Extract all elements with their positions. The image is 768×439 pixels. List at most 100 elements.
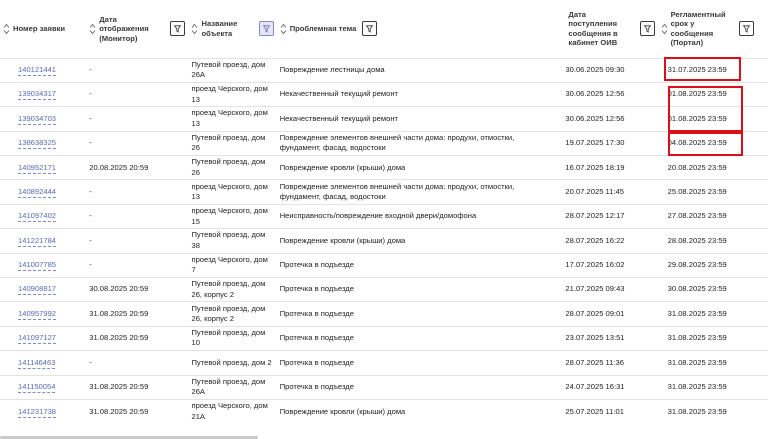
table-row[interactable]: 141221784 - Путевой проезд, дом 38 Поврежде… (0, 228, 768, 253)
filter-icon-active[interactable] (258, 21, 274, 37)
problem-topic-text: Повреждение кровли (крыши) дома (279, 162, 406, 172)
received-date-text: 20.07.2025 11:45 (565, 186, 624, 196)
column-header-received-date[interactable]: Дата поступления сообщения в кабинет ОИВ (557, 0, 657, 58)
request-number-link[interactable]: 138638325 (18, 138, 57, 150)
table-row[interactable]: 141231738 31.08.2025 20:59 проезд Черского… (0, 399, 768, 423)
table-header-row: Номер заявки Дата отображения (Монитор) … (0, 0, 768, 58)
object-name-cell: Путевой проезд, дом 26, корпус 2 (188, 302, 276, 326)
deadline-cell: 01.08.2025 23:59 (658, 82, 768, 106)
table-row[interactable]: 141097402 - проезд Черского, дом 15 Неиспра… (0, 204, 768, 228)
column-header-display-date[interactable]: Дата отображения (Монитор) (86, 0, 188, 58)
received-date-cell: 23.07.2025 13:51 (557, 326, 657, 350)
problem-topic-text: Протечка в подъезде (279, 357, 354, 367)
request-number-cell: 141097127 (0, 326, 86, 350)
request-number-link[interactable]: 140892444 (18, 186, 57, 198)
object-name-text: проезд Черского, дом 21А (191, 401, 268, 421)
request-number-link[interactable]: 141150054 (18, 382, 56, 394)
display-date-text: - (89, 357, 92, 367)
table-row[interactable]: 139034703 - проезд Черского, дом 13 Некачес… (0, 106, 768, 131)
deadline-cell: 31.08.2025 23:59 (658, 326, 768, 350)
received-date-text: 24.07.2025 16:31 (565, 382, 625, 392)
display-date-cell: - (86, 82, 188, 106)
request-number-link[interactable]: 139034703 (18, 113, 57, 125)
request-number-link[interactable]: 139034317 (18, 89, 57, 101)
display-date-cell: 31.08.2025 20:59 (86, 399, 188, 423)
problem-topic-cell: Протечка в подъезде (277, 278, 558, 302)
received-date-text: 28.07.2025 16:22 (565, 235, 625, 245)
request-number-cell: 140892444 (0, 180, 86, 204)
object-name-cell: Путевой проезд, дом 26 (188, 131, 276, 155)
problem-topic-text: Некачественный текущий ремонт (279, 113, 398, 123)
request-number-cell: 138638325 (0, 131, 86, 155)
received-date-text: 30.06.2025 12:56 (565, 89, 625, 99)
problem-topic-text: Протечка в подъезде (279, 333, 354, 343)
filter-icon[interactable] (362, 21, 378, 37)
column-header-problem-topic[interactable]: Проблемная тема (277, 0, 558, 58)
request-number-link[interactable]: 141146463 (18, 357, 56, 369)
filter-icon[interactable] (738, 21, 754, 37)
column-header-deadline[interactable]: Регламентный срок у сообщения (Портал) (658, 0, 768, 58)
deadline-cell: 28.08.2025 23:59 (658, 229, 768, 253)
received-date-cell: 25.07.2025 11:01 (557, 399, 657, 423)
object-name-cell: Путевой проезд, дом 10 (188, 326, 276, 350)
request-number-link[interactable]: 141097127 (18, 333, 57, 345)
request-number-cell: 139034317 (0, 82, 86, 106)
requests-table: Номер заявки Дата отображения (Монитор) … (0, 0, 768, 424)
table-row[interactable]: 141146463 - Путевой проезд, дом 2 Протечка … (0, 350, 768, 375)
table-row[interactable]: 141007785 - проезд Черского, дом 7 Протечка… (0, 253, 768, 277)
column-header-object-name[interactable]: Название объекта (188, 0, 276, 58)
filter-icon[interactable] (639, 21, 655, 37)
problem-topic-cell: Протечка в подъезде (277, 253, 558, 277)
received-date-text: 30.06.2025 12:56 (565, 113, 625, 123)
deadline-cell: 25.08.2025 23:59 (658, 180, 768, 204)
table-row[interactable]: 140957992 31.08.2025 20:59 Путевой проезд,… (0, 301, 768, 326)
received-date-text: 16.07.2025 18:19 (565, 162, 625, 172)
sort-icon[interactable] (661, 23, 668, 35)
table-row[interactable]: 139034317 - проезд Черского, дом 13 Некачес… (0, 82, 768, 106)
sort-icon[interactable] (191, 23, 198, 35)
display-date-cell: - (86, 351, 188, 375)
sort-icon[interactable] (3, 23, 10, 35)
column-label: Дата отображения (Монитор) (99, 14, 149, 43)
deadline-text: 01.08.2025 23:59 (667, 89, 727, 99)
request-number-link[interactable]: 141007785 (18, 260, 57, 272)
deadline-cell: 31.08.2025 23:59 (658, 399, 768, 423)
request-number-link[interactable]: 141221784 (18, 235, 57, 247)
display-date-cell: 31.08.2025 20:59 (86, 302, 188, 326)
deadline-text: 31.08.2025 23:59 (667, 308, 727, 318)
received-date-text: 30.06.2025 09:30 (565, 64, 625, 74)
received-date-text: 17.07.2025 16:02 (565, 260, 625, 270)
deadline-cell: 31.08.2025 23:59 (658, 302, 768, 326)
object-name-cell: Путевой проезд, дом 26А (188, 375, 276, 399)
column-header-request-number[interactable]: Номер заявки (0, 0, 86, 58)
object-name-cell: проезд Черского, дом 13 (188, 107, 276, 131)
received-date-text: 19.07.2025 17:30 (565, 138, 625, 148)
request-number-link[interactable]: 140908817 (18, 284, 57, 296)
column-label: Номер заявки (13, 24, 66, 33)
request-number-link[interactable]: 140952171 (18, 162, 57, 174)
display-date-text: - (89, 235, 92, 245)
object-name-text: Путевой проезд, дом 26А (191, 376, 266, 397)
table-row[interactable]: 140892444 - проезд Черского, дом 13 Поврежд… (0, 179, 768, 204)
object-name-text: Путевой проезд, дом 26 (191, 132, 266, 153)
sort-icon[interactable] (280, 23, 287, 35)
deadline-text: 28.08.2025 23:59 (667, 235, 727, 245)
object-name-cell: проезд Черского, дом 21А (188, 399, 276, 423)
table-row[interactable]: 140952171 20.08.2025 20:59 Путевой проезд,… (0, 155, 768, 180)
request-number-link[interactable]: 140121441 (18, 64, 57, 76)
table-row[interactable]: 140121441 - Путевой проезд, дом 26А Поврежд… (0, 58, 768, 82)
display-date-cell: - (86, 58, 188, 82)
sort-icon[interactable] (89, 23, 96, 35)
deadline-cell: 04.08.2025 23:59 (658, 131, 768, 155)
request-number-link[interactable]: 141097402 (18, 211, 57, 223)
column-label: Название объекта (201, 19, 238, 38)
table-row[interactable]: 138638325 - Путевой проезд, дом 26 Поврежде… (0, 131, 768, 155)
table-row[interactable]: 141097127 31.08.2025 20:59 Путевой проезд,… (0, 326, 768, 350)
request-number-link[interactable]: 141231738 (18, 406, 57, 418)
table-row[interactable]: 141150054 31.08.2025 20:59 Путевой проезд,… (0, 375, 768, 399)
filter-icon[interactable] (170, 21, 186, 37)
request-number-link[interactable]: 140957992 (18, 308, 57, 320)
display-date-text: - (89, 64, 92, 74)
table-row[interactable]: 140908817 30.08.2025 20:59 Путевой проезд,… (0, 277, 768, 302)
deadline-cell: 01.08.2025 23:59 (658, 107, 768, 131)
